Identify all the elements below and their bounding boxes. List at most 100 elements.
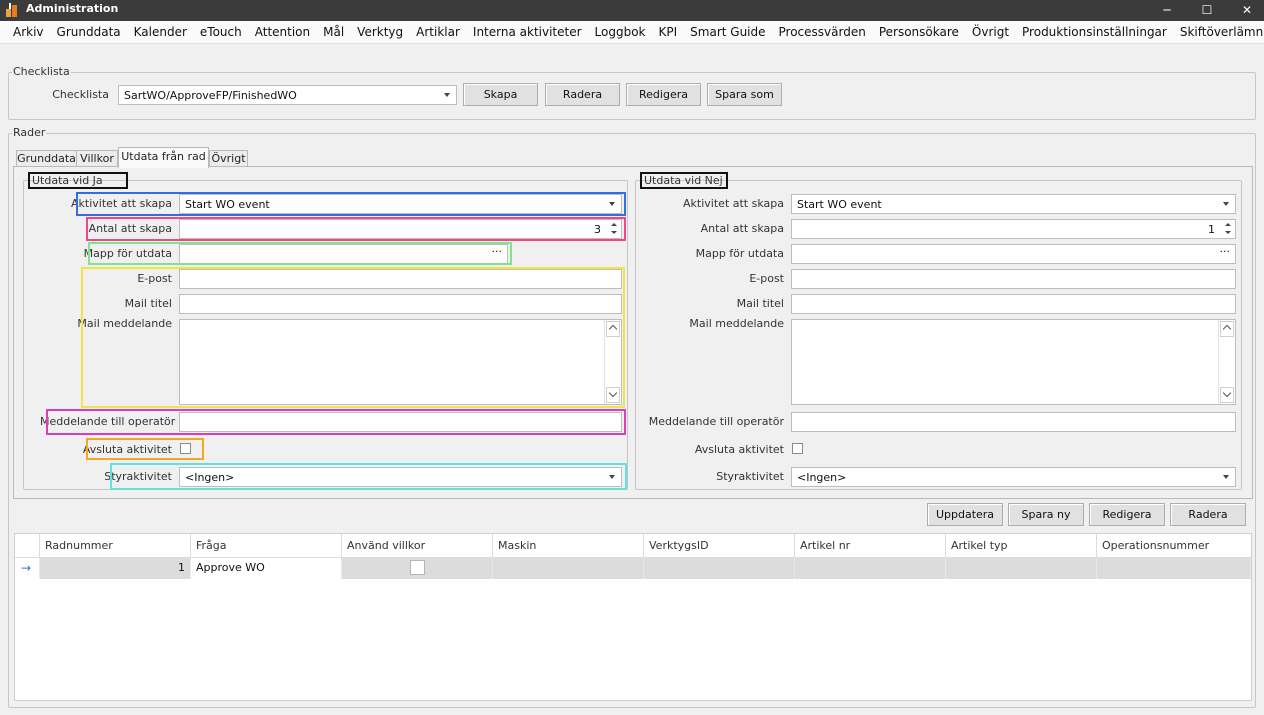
no-folder-label: Mapp för utdata (695, 247, 784, 260)
use-conditions-checkbox[interactable] (410, 560, 425, 575)
spinner-arrows-icon[interactable] (610, 221, 618, 237)
column-header-artikel-nr[interactable]: Artikel nr (795, 534, 946, 558)
no-count-value: 1 (1208, 223, 1215, 236)
menu-artiklar[interactable]: Artiklar (411, 21, 468, 43)
menu-processvarden[interactable]: Processvärden (774, 21, 874, 43)
no-activity-label: Aktivitet att skapa (683, 197, 784, 210)
cell-fraga[interactable]: Approve WO (191, 558, 342, 579)
yes-mail-message-textarea[interactable] (179, 319, 622, 405)
no-mail-message-scrollbar[interactable] (1218, 320, 1235, 404)
browse-ellipsis-icon[interactable]: ··· (1220, 245, 1231, 258)
menu-arkiv[interactable]: Arkiv (0, 21, 52, 43)
yes-mail-title-field[interactable] (179, 294, 622, 314)
menu-loggbok[interactable]: Loggbok (590, 21, 654, 43)
no-activity-select[interactable]: Start WO event (791, 194, 1236, 214)
tab-grunddata[interactable]: Grunddata (16, 150, 77, 167)
no-finish-activity-checkbox[interactable] (792, 443, 803, 454)
rows-group-title: Rader (12, 126, 47, 139)
menu-verktyg[interactable]: Verktyg (352, 21, 411, 43)
scroll-up-icon[interactable] (606, 321, 620, 337)
tab-utdata-fran-rad[interactable]: Utdata från rad (118, 147, 209, 168)
browse-ellipsis-icon[interactable]: ··· (492, 245, 503, 258)
no-email-label: E-post (749, 272, 784, 285)
edit-row-button[interactable]: Redigera (1089, 503, 1165, 526)
menu-produktionsinstallningar[interactable]: Produktionsinställningar (1017, 21, 1175, 43)
cell-operationsnummer[interactable] (1097, 558, 1251, 579)
no-control-activity-select[interactable]: <Ingen> (791, 467, 1236, 487)
yes-folder-label: Mapp för utdata (83, 247, 172, 260)
menu-mal[interactable]: Mål (318, 21, 352, 43)
table-row[interactable]: → 1 Approve WO (15, 558, 1251, 579)
yes-count-stepper[interactable]: 3 (179, 219, 622, 239)
yes-activity-select[interactable]: Start WO event (179, 194, 622, 214)
column-header-anvand-villkor[interactable]: Använd villkor (342, 534, 493, 558)
checklist-select[interactable]: SartWO/ApproveFP/FinishedWO (118, 85, 457, 105)
cell-radnummer[interactable]: 1 (40, 558, 191, 579)
row-selector[interactable]: → (15, 558, 40, 579)
scroll-down-icon[interactable] (606, 387, 620, 403)
yes-finish-activity-checkbox[interactable] (180, 443, 191, 454)
rows-table: Radnummer Fråga Använd villkor Maskin Ve… (14, 533, 1252, 701)
menu-kpi[interactable]: KPI (654, 21, 686, 43)
chevron-down-icon (1223, 202, 1229, 206)
delete-checklist-button[interactable]: Radera (545, 83, 620, 106)
menu-ovrigt[interactable]: Övrigt (967, 21, 1017, 43)
cell-verktygsid[interactable] (644, 558, 795, 579)
yes-mail-message-scrollbar[interactable] (604, 320, 621, 404)
column-header-maskin[interactable]: Maskin (493, 534, 644, 558)
table-header: Radnummer Fråga Använd villkor Maskin Ve… (15, 534, 1251, 558)
no-control-activity-value: <Ingen> (797, 471, 847, 484)
yes-finish-activity-label: Avsluta aktivitet (82, 443, 172, 456)
menu-attention[interactable]: Attention (250, 21, 318, 43)
update-row-button[interactable]: Uppdatera (927, 503, 1003, 526)
yes-folder-field[interactable]: ··· (179, 244, 508, 264)
yes-control-activity-select[interactable]: <Ingen> (179, 467, 622, 487)
menu-etouch[interactable]: eTouch (195, 21, 250, 43)
menu-smart-guide[interactable]: Smart Guide (685, 21, 773, 43)
no-mail-title-label: Mail titel (736, 297, 784, 310)
no-mail-message-textarea[interactable] (791, 319, 1236, 405)
minimize-button[interactable]: ─ (1147, 0, 1187, 21)
cell-maskin[interactable] (493, 558, 644, 579)
menu-personsokare[interactable]: Personsökare (874, 21, 967, 43)
menu-kalender[interactable]: Kalender (129, 21, 195, 43)
column-header-operationsnummer[interactable]: Operationsnummer (1097, 534, 1251, 558)
no-count-stepper[interactable]: 1 (791, 219, 1236, 239)
column-header-fraga[interactable]: Fråga (191, 534, 342, 558)
close-button[interactable]: ✕ (1227, 0, 1264, 21)
column-header-radnummer[interactable]: Radnummer (40, 534, 191, 558)
yes-email-field[interactable] (179, 269, 622, 289)
spinner-arrows-icon[interactable] (1224, 221, 1232, 237)
chevron-down-icon (609, 475, 615, 479)
column-header-verktygsid[interactable]: VerktygsID (644, 534, 795, 558)
no-activity-value: Start WO event (797, 198, 882, 211)
delete-row-button[interactable]: Radera (1170, 503, 1246, 526)
edit-checklist-button[interactable]: Redigera (626, 83, 701, 106)
row-header-corner (15, 534, 40, 558)
yes-operator-message-label: Meddelande till operatör (40, 415, 176, 428)
yes-control-activity-label: Styraktivitet (104, 470, 172, 483)
save-new-row-button[interactable]: Spara ny (1008, 503, 1084, 526)
yes-count-label: Antal att skapa (88, 222, 172, 235)
output-yes-title: Utdata vid Ja (32, 174, 103, 187)
save-as-checklist-button[interactable]: Spara som (707, 83, 782, 106)
create-checklist-button[interactable]: Skapa (463, 83, 538, 106)
menu-grunddata[interactable]: Grunddata (52, 21, 129, 43)
menu-interna-aktiviteter[interactable]: Interna aktiviteter (468, 21, 590, 43)
no-mail-title-field[interactable] (791, 294, 1236, 314)
tab-ovrigt[interactable]: Övrigt (209, 150, 248, 167)
maximize-button[interactable]: ☐ (1187, 0, 1227, 21)
no-email-field[interactable] (791, 269, 1236, 289)
no-operator-message-field[interactable] (791, 412, 1236, 432)
yes-activity-label: Aktivitet att skapa (71, 197, 172, 210)
no-folder-field[interactable]: ··· (791, 244, 1236, 264)
yes-operator-message-field[interactable] (179, 412, 622, 432)
scroll-down-icon[interactable] (1220, 387, 1234, 403)
column-header-artikel-typ[interactable]: Artikel typ (946, 534, 1097, 558)
cell-anvand-villkor[interactable] (342, 558, 493, 579)
cell-artikel-nr[interactable] (795, 558, 946, 579)
menu-skiftoverlamning[interactable]: Skiftöverlämning (1175, 21, 1264, 43)
scroll-up-icon[interactable] (1220, 321, 1234, 337)
tab-villkor[interactable]: Villkor (76, 150, 118, 167)
cell-artikel-typ[interactable] (946, 558, 1097, 579)
